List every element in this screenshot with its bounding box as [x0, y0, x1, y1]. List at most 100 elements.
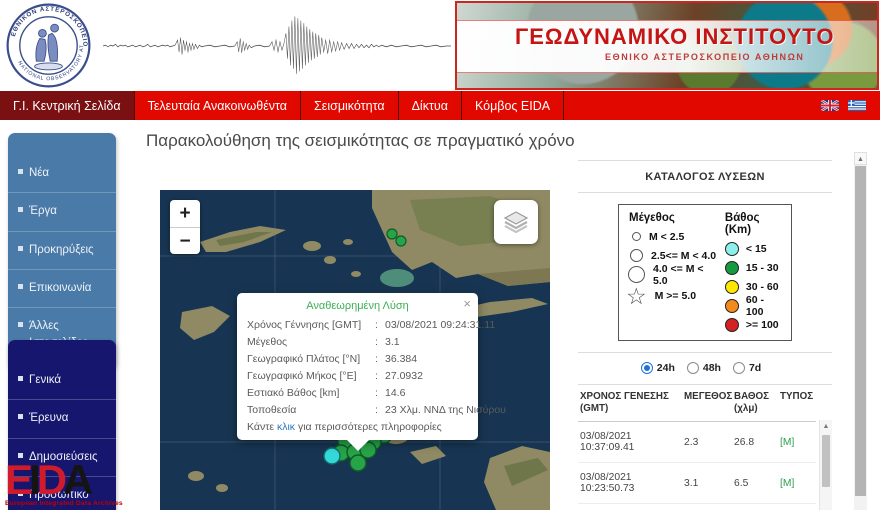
scroll-up-arrow-icon[interactable]: ▲	[820, 420, 832, 433]
popup-row-longitude: Γεωγραφικό Μήκος [°E] : 27.0932	[247, 367, 468, 384]
magnitude-medium-circle-icon	[630, 249, 643, 262]
nav-item-networks[interactable]: Δίκτυα	[399, 91, 462, 120]
cell-time: 03/08/2021 10:23:50.73	[580, 472, 635, 495]
popup-footer-text: Κάντε	[247, 421, 277, 433]
nav-item-seismicity[interactable]: Σεισμικότητα	[301, 91, 399, 120]
popup-more-info-link[interactable]: κλικ	[277, 421, 295, 433]
col-header-magnitude: ΜΕΓΕΘΟΣ	[684, 391, 733, 402]
scroll-up-arrow-icon[interactable]: ▲	[854, 152, 867, 165]
layers-icon	[503, 211, 529, 234]
cell-type: [M]	[780, 436, 795, 448]
table-row[interactable]: 03/08/2021 10:23:50.73 3.1 6.5 [M]	[578, 463, 816, 505]
zoom-in-button[interactable]: +	[170, 200, 200, 227]
radio-24h[interactable]	[640, 362, 653, 374]
sidebar-item-calls[interactable]: Προκηρύξεις	[8, 230, 116, 269]
cell-depth: 6.5	[734, 477, 749, 489]
nav-item-eida-node[interactable]: Κόμβος EIDA	[462, 91, 565, 120]
legend-label: >= 100	[745, 318, 779, 331]
legend-magnitude-title: Μέγεθος	[629, 212, 675, 224]
divider	[578, 384, 832, 385]
greece-flag-icon[interactable]	[848, 100, 866, 111]
legend-label: M < 2.5	[649, 230, 685, 243]
popup-value: 36.384	[385, 353, 418, 365]
page-scrollbar-thumb[interactable]	[855, 166, 866, 496]
popup-value: 03/08/2021 09:24:31.11	[385, 319, 496, 331]
map-legend: Μέγεθος M < 2.5 2.5<= M < 4.0 4.0 <= M <…	[618, 204, 792, 341]
sidebar-item-contact[interactable]: Επικοινωνία	[8, 268, 116, 307]
sidebar-item-label: Επικοινωνία	[29, 281, 92, 294]
magnitude-small-circle-icon	[632, 232, 641, 241]
depth-green-dot-icon	[724, 260, 739, 275]
cell-depth: 26.8	[734, 436, 755, 448]
earthquake-popup: × Αναθεωρημένη Λύση Χρόνος Γέννησης [GMT…	[237, 293, 506, 451]
bullet-icon	[18, 322, 23, 327]
radio-24h-label[interactable]: 24h	[657, 362, 675, 374]
page-title: Παρακολούθηση της σεισμικότητας σε πραγμ…	[146, 131, 575, 150]
popup-label: Τοποθεσία	[247, 404, 297, 416]
sidebar-item-label: Νέα	[29, 167, 50, 179]
sidebar-item-label: Προκηρύξεις	[29, 243, 94, 256]
popup-separator: :	[375, 353, 378, 365]
popup-label: Γεωγραφικό Πλάτος [°N]	[247, 353, 361, 365]
popup-row-location: Τοποθεσία : 23 Χλμ. ΝΝΔ της Νισύρου	[247, 401, 506, 418]
radio-7d[interactable]	[732, 362, 745, 374]
legend-magnitude-item: ☆ M >= 5.0	[626, 283, 719, 309]
sidebar-item-label: Γενικά	[29, 374, 62, 386]
popup-footer: Κάντε κλικ για περισσότερες πληροφορίες	[247, 418, 468, 433]
nav-item-home[interactable]: Γ.Ι. Κεντρική Σελίδα	[0, 91, 135, 120]
nav-item-latest-announcements[interactable]: Τελευταία Ανακοινωθέντα	[135, 91, 302, 120]
radio-7d-label[interactable]: 7d	[749, 362, 761, 374]
legend-label: 30 - 60	[745, 280, 779, 293]
legend-depth-item: >= 100	[724, 315, 783, 334]
depth-cyan-dot-icon	[724, 241, 739, 256]
popup-label: Γεωγραφικό Μήκος [°E]	[247, 370, 357, 382]
legend-depth-column: Βάθος (Km) < 15 15 - 30 30 - 60 60 - 100	[724, 212, 783, 334]
cell-magnitude: 2.3	[684, 436, 699, 448]
radio-48h-label[interactable]: 48h	[703, 362, 721, 374]
map-layers-button[interactable]	[494, 200, 538, 244]
bullet-icon	[18, 245, 23, 251]
sidebar-item-label: Έρευνα	[29, 412, 69, 425]
radio-48h[interactable]	[686, 362, 699, 374]
depth-yellow-dot-icon	[724, 279, 739, 294]
popup-label: Χρόνος Γέννησης [GMT]	[247, 319, 362, 331]
depth-orange-dot-icon	[724, 298, 739, 313]
table-row[interactable]: 03/08/2021 10:37:09.41 2.3 26.8 [M]	[578, 422, 816, 464]
sidebar-item-general[interactable]: Γενικά	[8, 362, 116, 399]
uk-flag-icon[interactable]	[821, 100, 839, 111]
bullet-icon	[18, 169, 23, 174]
star-icon: ☆	[626, 283, 647, 309]
sidebar-item-news[interactable]: Νέα	[8, 155, 116, 192]
main-nav: Γ.Ι. Κεντρική Σελίδα Τελευταία Ανακοινωθ…	[0, 91, 880, 120]
popup-row-depth: Εστιακό Βάθος [km] : 14.6	[247, 384, 468, 401]
earthquake-table: ΧΡΟΝΟΣ ΓΕΝΕΣΗΣ (GMT) ΜΕΓΕΘΟΣ ΒΑΘΟΣ (χλμ)…	[578, 386, 832, 510]
divider	[578, 192, 832, 193]
sidebar-item-research[interactable]: Έρευνα	[8, 399, 116, 437]
popup-label: Εστιακό Βάθος [km]	[247, 387, 340, 399]
legend-depth-item: < 15	[724, 239, 783, 258]
zoom-out-button[interactable]: −	[170, 227, 200, 254]
solutions-catalog-title: ΚΑΤΑΛΟΓΟΣ ΛΥΣΕΩΝ	[645, 171, 765, 183]
legend-magnitude-item: M < 2.5	[629, 227, 719, 246]
seismicity-map[interactable]: + − × Αναθεωρημένη Λύση Χρόνος Γέννησης …	[160, 190, 550, 510]
sidebar-item-projects[interactable]: Έργα	[8, 192, 116, 230]
legend-label: 4.0 <= M < 5.0	[653, 262, 704, 287]
page-scrollbar[interactable]: ▲	[854, 152, 867, 510]
table-row[interactable]: 03/08/2021 10:12:50.13 1.8 6.6 [M]	[578, 504, 816, 510]
popup-title: Αναθεωρημένη Λύση	[306, 300, 409, 312]
table-header-row: ΧΡΟΝΟΣ ΓΕΝΕΣΗΣ (GMT) ΜΕΓΕΘΟΣ ΒΑΘΟΣ (χλμ)…	[578, 386, 816, 423]
popup-label: Μέγεθος	[247, 336, 288, 348]
table-scrollbar-thumb[interactable]	[822, 435, 830, 487]
cell-magnitude: 3.1	[684, 477, 699, 489]
legend-label: 60 - 100	[745, 293, 765, 318]
popup-close-icon[interactable]: ×	[463, 297, 471, 310]
seismogram-trace	[103, 16, 451, 74]
col-header-depth: ΒΑΘΟΣ (χλμ)	[734, 391, 770, 415]
eida-logo[interactable]: EIDA European Integrated Data Archives	[5, 459, 135, 508]
popup-value: 27.0932	[385, 370, 423, 382]
header: ΕΘΝΙΚΟΝ ΑΣΤΕΡΟΣΚΟΠΕΙΟΝ ΑΘΗΝΩΝ NATIONAL O…	[0, 0, 880, 91]
cell-time: 03/08/2021 10:37:09.41	[580, 431, 635, 454]
banner-title: ΓΕΩΔΥΝΑΜΙΚΟ ΙΝΣΤΙΤΟΥΤΟ	[515, 24, 835, 49]
eida-logo-caption: European Integrated Data Archives	[5, 500, 123, 507]
table-scrollbar[interactable]: ▲	[819, 420, 832, 510]
